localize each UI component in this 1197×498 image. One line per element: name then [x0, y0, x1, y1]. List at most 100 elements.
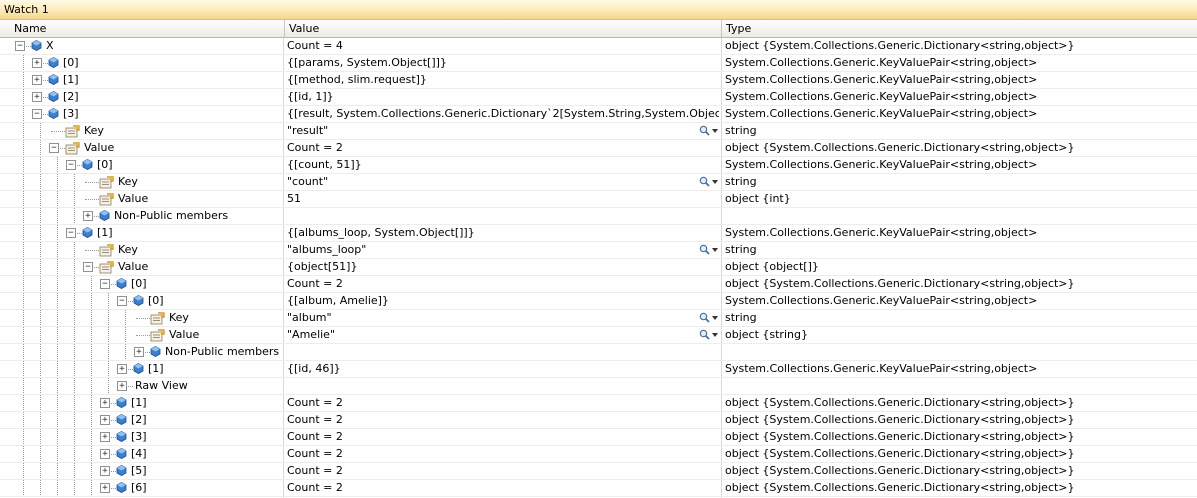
tree-guide	[91, 446, 92, 462]
expand-toggle[interactable]: +	[100, 466, 110, 476]
watch-row[interactable]: − [3] {[result, System.Collections.Generic…	[0, 106, 1197, 123]
row-value[interactable]: Count = 2	[287, 480, 719, 496]
row-value[interactable]: Count = 2	[287, 446, 719, 462]
row-value[interactable]	[287, 208, 719, 224]
row-value[interactable]: 51	[287, 191, 719, 207]
expand-toggle[interactable]: +	[100, 449, 110, 459]
watch-row[interactable]: + Non-Public members	[0, 208, 1197, 225]
visualizer-magnifier-icon[interactable]	[699, 329, 710, 343]
row-value[interactable]: "count"	[287, 174, 719, 190]
watch-row[interactable]: + Raw View	[0, 378, 1197, 395]
watch-row[interactable]: − [0] Count = 2 object {System.Collections.…	[0, 276, 1197, 293]
tree-guide	[91, 361, 92, 377]
visualizer-magnifier-icon[interactable]	[699, 125, 710, 139]
row-value[interactable]: {[albums_loop, System.Object[]]}	[287, 225, 719, 241]
watch-row[interactable]: + [4] Count = 2 object {System.Collections.…	[0, 446, 1197, 463]
watch-row[interactable]: − [0] {[album, Amelie]} System.Collections.…	[0, 293, 1197, 310]
watch-row[interactable]: + [2] Count = 2 object {System.Collections.…	[0, 412, 1197, 429]
watch-row[interactable]: − Value Count = 2 object {System.Collection…	[0, 140, 1197, 157]
expand-toggle[interactable]: +	[134, 347, 144, 357]
visualizer-magnifier-icon[interactable]	[699, 176, 710, 190]
collapse-toggle[interactable]: −	[66, 228, 76, 238]
row-value[interactable]: {[id, 1]}	[287, 89, 719, 105]
column-header-name[interactable]: Name	[0, 20, 285, 37]
expand-toggle[interactable]: +	[32, 75, 42, 85]
tree-guide	[23, 395, 24, 411]
expand-toggle[interactable]: +	[100, 415, 110, 425]
property-icon	[99, 244, 114, 258]
expand-toggle[interactable]: +	[83, 211, 93, 221]
expand-toggle[interactable]: +	[32, 92, 42, 102]
watch-row[interactable]: + [5] Count = 2 object {System.Collections.…	[0, 463, 1197, 480]
watch-row[interactable]: + [1] Count = 2 object {System.Collections.…	[0, 395, 1197, 412]
row-value[interactable]: Count = 2	[287, 140, 719, 156]
row-value[interactable]: {[count, 51]}	[287, 157, 719, 173]
tree-guide	[57, 327, 58, 343]
watch-row[interactable]: Key "count" string	[0, 174, 1197, 191]
watch-row[interactable]: + [2] {[id, 1]} System.Collections.Generic.…	[0, 89, 1197, 106]
watch-row[interactable]: + Non-Public members	[0, 344, 1197, 361]
collapse-toggle[interactable]: −	[66, 160, 76, 170]
property-icon	[65, 125, 80, 139]
watch-row[interactable]: + [0] {[params, System.Object[]]} System.Co…	[0, 55, 1197, 72]
tree-guide	[74, 259, 75, 275]
row-value[interactable]: Count = 2	[287, 276, 719, 292]
tree-guide	[74, 412, 75, 428]
visualizer-dropdown-arrow-icon[interactable]	[712, 248, 718, 252]
collapse-toggle[interactable]: −	[32, 109, 42, 119]
collapse-toggle[interactable]: −	[117, 296, 127, 306]
row-value[interactable]: "albums_loop"	[287, 242, 719, 258]
expand-toggle[interactable]: +	[117, 364, 127, 374]
row-value[interactable]: {object[51]}	[287, 259, 719, 275]
row-value[interactable]	[287, 344, 719, 360]
collapse-toggle[interactable]: −	[49, 143, 59, 153]
row-value[interactable]: Count = 4	[287, 38, 719, 54]
row-value[interactable]: {[id, 46]}	[287, 361, 719, 377]
watch-row[interactable]: − [0] {[count, 51]} System.Collections.Gene…	[0, 157, 1197, 174]
expand-toggle[interactable]: +	[100, 398, 110, 408]
visualizer-dropdown-arrow-icon[interactable]	[712, 129, 718, 133]
row-value[interactable]: "album"	[287, 310, 719, 326]
tree-guide	[23, 89, 24, 105]
row-value[interactable]: Count = 2	[287, 429, 719, 445]
tree-guide	[23, 106, 24, 122]
watch-row[interactable]: Key "album" string	[0, 310, 1197, 327]
collapse-toggle[interactable]: −	[15, 41, 25, 51]
row-value[interactable]: {[result, System.Collections.Generic.Dic…	[287, 106, 719, 122]
visualizer-dropdown-arrow-icon[interactable]	[712, 180, 718, 184]
watch-row[interactable]: Value "Amelie" object {string}	[0, 327, 1197, 344]
watch-row[interactable]: + [3] Count = 2 object {System.Collections.…	[0, 429, 1197, 446]
row-value[interactable]: {[method, slim.request]}	[287, 72, 719, 88]
row-value[interactable]: {[params, System.Object[]]}	[287, 55, 719, 71]
field-icon	[116, 397, 127, 411]
expand-toggle[interactable]: +	[117, 381, 127, 391]
column-header-type[interactable]: Type	[721, 20, 1197, 37]
row-value[interactable]	[287, 378, 719, 394]
visualizer-magnifier-icon[interactable]	[699, 244, 710, 258]
collapse-toggle[interactable]: −	[100, 279, 110, 289]
expand-toggle[interactable]: +	[32, 58, 42, 68]
row-value[interactable]: "Amelie"	[287, 327, 719, 343]
row-value[interactable]: "result"	[287, 123, 719, 139]
watch-row[interactable]: + [1] {[id, 46]} System.Collections.Generic…	[0, 361, 1197, 378]
expand-toggle[interactable]: +	[100, 432, 110, 442]
collapse-toggle[interactable]: −	[83, 262, 93, 272]
watch-row[interactable]: − X Count = 4 object {System.Collections.Ge…	[0, 38, 1197, 55]
watch-row[interactable]: Key "albums_loop" string	[0, 242, 1197, 259]
tree-guide	[57, 412, 58, 428]
watch-row[interactable]: + [1] {[method, slim.request]} System.Colle…	[0, 72, 1197, 89]
visualizer-magnifier-icon[interactable]	[699, 312, 710, 326]
visualizer-dropdown-arrow-icon[interactable]	[712, 333, 718, 337]
watch-row[interactable]: − Value {object[51]} object {object[]}	[0, 259, 1197, 276]
row-value[interactable]: Count = 2	[287, 395, 719, 411]
row-value[interactable]: Count = 2	[287, 463, 719, 479]
visualizer-dropdown-arrow-icon[interactable]	[712, 316, 718, 320]
expand-toggle[interactable]: +	[100, 483, 110, 493]
watch-row[interactable]: + [6] Count = 2 object {System.Collections.…	[0, 480, 1197, 497]
watch-row[interactable]: Value 51 object {int}	[0, 191, 1197, 208]
column-header-value[interactable]: Value	[284, 20, 722, 37]
row-value[interactable]: {[album, Amelie]}	[287, 293, 719, 309]
watch-row[interactable]: − [1] {[albums_loop, System.Object[]]} Syst…	[0, 225, 1197, 242]
watch-row[interactable]: Key "result" string	[0, 123, 1197, 140]
row-value[interactable]: Count = 2	[287, 412, 719, 428]
